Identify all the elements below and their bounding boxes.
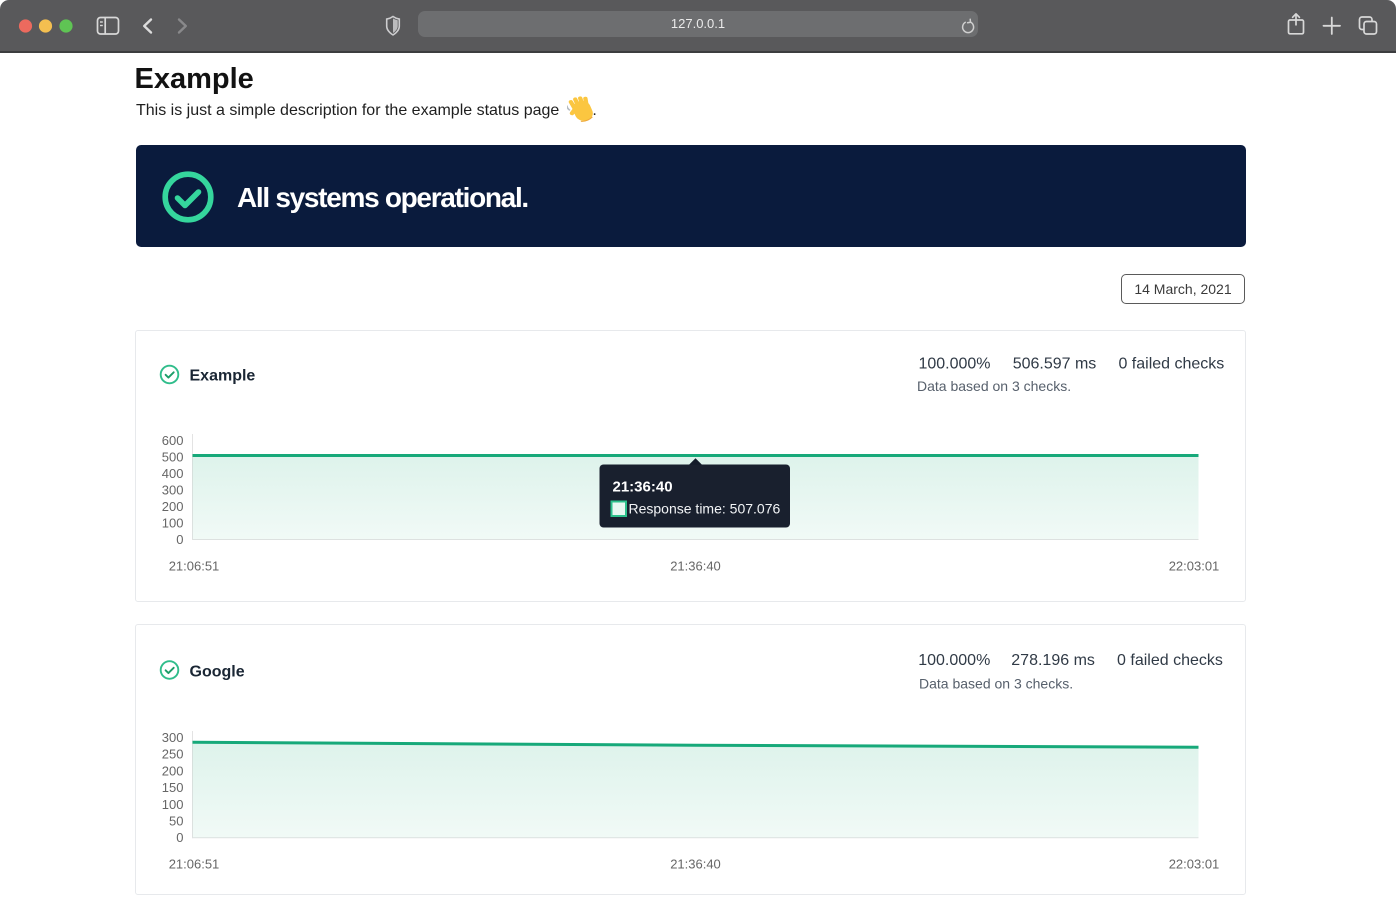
svg-text:300: 300 (162, 483, 184, 498)
svg-text:400: 400 (162, 466, 184, 481)
svg-text:100: 100 (162, 516, 184, 531)
svg-text:0: 0 (176, 532, 183, 547)
svg-text:0 failed checks: 0 failed checks (1118, 356, 1224, 373)
svg-text:Data based on 3 checks.: Data based on 3 checks. (917, 378, 1071, 394)
svg-text:100.000%: 100.000% (918, 356, 990, 373)
svg-text:Data based on 3 checks.: Data based on 3 checks. (919, 676, 1073, 692)
svg-text:50: 50 (169, 814, 183, 829)
svg-text:500: 500 (162, 450, 184, 465)
svg-text:150: 150 (162, 780, 184, 795)
svg-text:21:36:40: 21:36:40 (670, 559, 721, 574)
svg-text:21:06:51: 21:06:51 (169, 857, 220, 872)
svg-text:21:36:40: 21:36:40 (613, 479, 673, 496)
svg-text:Google: Google (190, 663, 245, 680)
svg-text:250: 250 (162, 747, 184, 762)
svg-text:21:36:40: 21:36:40 (670, 857, 721, 872)
svg-text:21:06:51: 21:06:51 (169, 559, 220, 574)
svg-text:300: 300 (162, 730, 184, 745)
svg-text:200: 200 (162, 763, 184, 778)
svg-text:278.196 ms: 278.196 ms (1011, 652, 1095, 669)
svg-text:0 failed checks: 0 failed checks (1117, 652, 1223, 669)
svg-text:22:03:01: 22:03:01 (1169, 857, 1220, 872)
svg-text:200: 200 (162, 499, 184, 514)
svg-text:506.597 ms: 506.597 ms (1013, 356, 1097, 373)
svg-text:100: 100 (162, 797, 184, 812)
svg-text:600: 600 (162, 433, 184, 448)
svg-text:22:03:01: 22:03:01 (1169, 559, 1220, 574)
svg-text:Example: Example (190, 368, 256, 385)
svg-text:0: 0 (176, 830, 183, 845)
svg-text:100.000%: 100.000% (918, 652, 990, 669)
svg-text:Response time: 507.076: Response time: 507.076 (629, 501, 781, 517)
